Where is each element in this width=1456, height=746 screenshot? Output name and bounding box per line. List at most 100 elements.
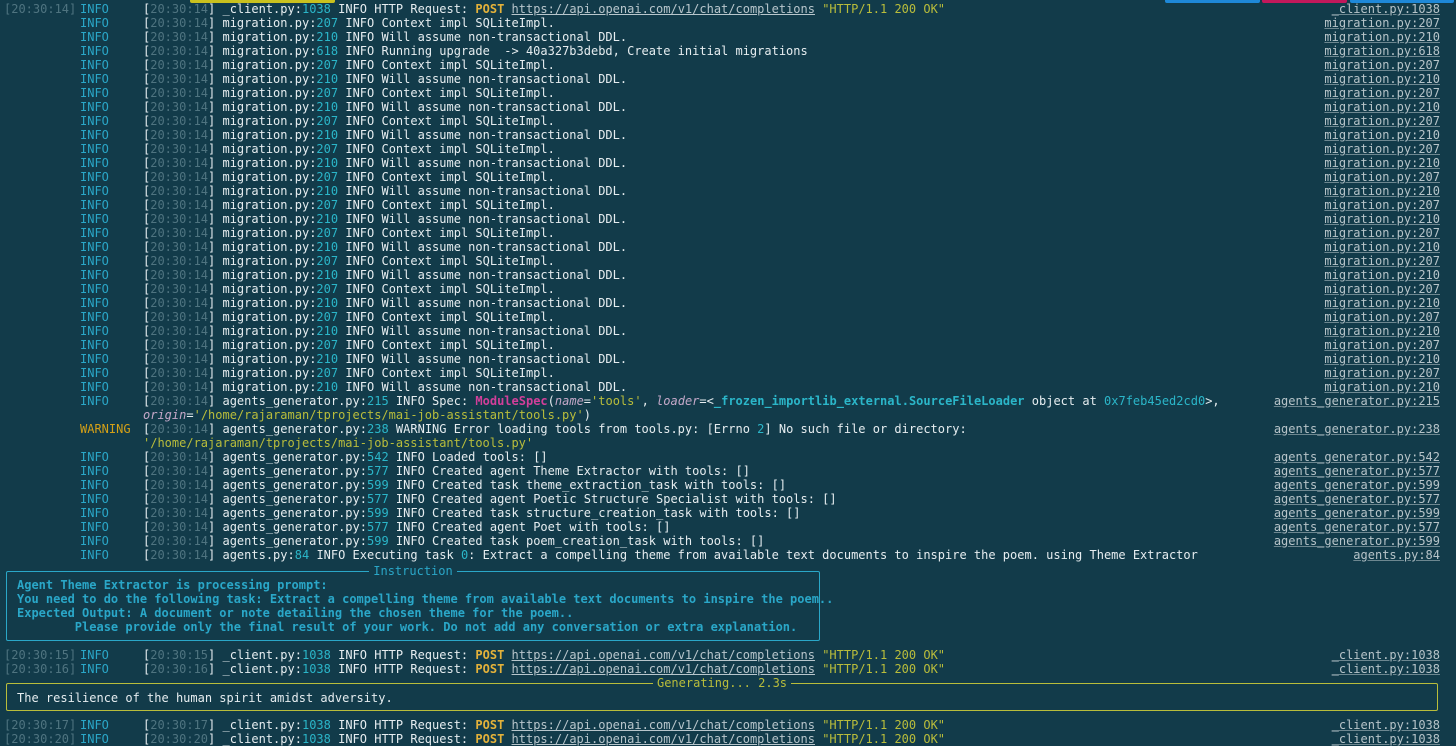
source-location-link[interactable]: migration.py:207 — [1324, 310, 1440, 324]
source-location-link[interactable]: migration.py:210 — [1324, 352, 1440, 366]
source-file: migration.py — [222, 268, 310, 282]
log-row: [20:30:15] INFO [20:30:15] _client.py:1038… — [0, 648, 1456, 662]
source-location-link[interactable]: migration.py:210 — [1324, 324, 1440, 338]
source-location-link[interactable]: migration.py:207 — [1324, 86, 1440, 100]
source-location-link[interactable]: migration.py:210 — [1324, 128, 1440, 142]
bracket: ] — [208, 548, 223, 562]
message-text: ModuleSpec — [475, 394, 548, 408]
bracket: ] — [208, 310, 223, 324]
source-location-link[interactable]: agents_generator.py:215 — [1274, 394, 1440, 408]
bracket: ] — [208, 464, 223, 478]
source-location-link[interactable]: agents_generator.py:577 — [1274, 464, 1440, 478]
request-url-link[interactable]: https://api.openai.com/v1/chat/completio… — [512, 2, 815, 16]
message-text: INFO Context impl SQLiteImpl. — [345, 310, 555, 324]
source-line-number: 210 — [316, 380, 339, 394]
source-file: _client.py — [222, 718, 295, 732]
log-message: [20:30:14] migration.py:210 INFO Will as… — [143, 100, 627, 114]
source-location-link[interactable]: migration.py:207 — [1324, 282, 1440, 296]
request-url-link[interactable]: https://api.openai.com/v1/chat/completio… — [512, 662, 815, 676]
source-location-link[interactable]: agents_generator.py:577 — [1274, 520, 1440, 534]
source-location-link[interactable]: agents_generator.py:238 — [1274, 422, 1440, 436]
request-url-link[interactable]: https://api.openai.com/v1/chat/completio… — [512, 732, 815, 746]
message-text: = — [186, 408, 194, 422]
message-time: 20:30:14 — [150, 352, 209, 366]
source-file: migration.py — [222, 198, 310, 212]
log-row: INFO [20:30:14] migration.py:207 INFO Con… — [0, 254, 1456, 268]
message-text: object at — [1024, 394, 1105, 408]
source-file: migration.py — [222, 114, 310, 128]
source-line-number: 210 — [316, 184, 339, 198]
message-time: 20:30:14 — [150, 506, 209, 520]
source-location-link[interactable]: migration.py:210 — [1324, 156, 1440, 170]
source-location-link[interactable]: _client.py:1038 — [1332, 648, 1440, 662]
source-line-number: 210 — [316, 240, 339, 254]
source-location-link[interactable]: migration.py:207 — [1324, 366, 1440, 380]
source-location-link[interactable]: migration.py:210 — [1324, 268, 1440, 282]
log-row: INFO [20:30:14] migration.py:618 INFO Run… — [0, 44, 1456, 58]
source-location-link[interactable]: _client.py:1038 — [1332, 662, 1440, 676]
source-line-number: 207 — [316, 16, 339, 30]
source-location-link[interactable]: migration.py:210 — [1324, 240, 1440, 254]
request-url-link[interactable]: https://api.openai.com/v1/chat/completio… — [512, 648, 815, 662]
message-text: INFO Will assume non-transactional DDL. — [345, 240, 628, 254]
source-file: migration.py — [222, 16, 310, 30]
source-location-link[interactable]: agents_generator.py:542 — [1274, 450, 1440, 464]
source-location-link[interactable]: agents_generator.py:577 — [1274, 492, 1440, 506]
message-text: ) — [583, 408, 591, 422]
source-location-link[interactable]: agents_generator.py:599 — [1274, 534, 1440, 548]
source-location-link[interactable]: migration.py:210 — [1324, 100, 1440, 114]
message-time: 20:30:16 — [150, 662, 209, 676]
log-message: [20:30:14] agents_generator.py:577 INFO … — [143, 464, 750, 478]
log-message: [20:30:20] _client.py:1038 INFO HTTP Req… — [143, 732, 945, 746]
log-row: INFO [20:30:14] migration.py:210 INFO Wil… — [0, 72, 1456, 86]
instruction-line: Please provide only the final result of … — [17, 620, 798, 634]
source-location-link[interactable]: migration.py:210 — [1324, 296, 1440, 310]
log-row: INFO [20:30:14] agents_generator.py:599 I… — [0, 478, 1456, 492]
source-location-link[interactable]: agents_generator.py:599 — [1274, 478, 1440, 492]
log-level: INFO — [80, 254, 109, 268]
source-line-number: 207 — [316, 366, 339, 380]
source-location-link[interactable]: migration.py:207 — [1324, 254, 1440, 268]
source-location-link[interactable]: migration.py:207 — [1324, 170, 1440, 184]
source-file: migration.py — [222, 86, 310, 100]
log-level: INFO — [80, 534, 109, 548]
source-location-link[interactable]: migration.py:210 — [1324, 184, 1440, 198]
log-level: INFO — [80, 86, 109, 100]
bracket: ] — [208, 16, 223, 30]
source-location-link[interactable]: migration.py:210 — [1324, 30, 1440, 44]
message-text: POST — [475, 2, 505, 16]
message-time: 20:30:14 — [150, 478, 209, 492]
source-location-link[interactable]: _client.py:1038 — [1332, 2, 1440, 16]
source-location-link[interactable]: migration.py:207 — [1324, 16, 1440, 30]
message-text: INFO Created task poem_creation_task wit… — [395, 534, 765, 548]
source-location-link[interactable]: migration.py:207 — [1324, 142, 1440, 156]
log-level: INFO — [80, 310, 109, 324]
message-time: 20:30:14 — [150, 16, 209, 30]
message-time: 20:30:14 — [150, 240, 209, 254]
log-row: INFO [20:30:14] migration.py:207 INFO Con… — [0, 366, 1456, 380]
source-location-link[interactable]: migration.py:207 — [1324, 58, 1440, 72]
message-text: 0x7feb45ed2cd0 — [1104, 394, 1206, 408]
message-text: INFO Will assume non-transactional DDL. — [345, 72, 628, 86]
message-time: 20:30:14 — [150, 492, 209, 506]
source-location-link[interactable]: migration.py:207 — [1324, 114, 1440, 128]
source-location-link[interactable]: _client.py:1038 — [1332, 718, 1440, 732]
source-location-link[interactable]: migration.py:210 — [1324, 380, 1440, 394]
source-location-link[interactable]: migration.py:207 — [1324, 198, 1440, 212]
source-location-link[interactable]: agents.py:84 — [1353, 548, 1440, 562]
source-location-link[interactable]: migration.py:618 — [1324, 44, 1440, 58]
source-location-link[interactable]: agents_generator.py:599 — [1274, 506, 1440, 520]
source-line-number: 542 — [367, 450, 389, 464]
source-location-link[interactable]: migration.py:210 — [1324, 212, 1440, 226]
source-file: agents_generator.py — [222, 464, 360, 478]
request-url-link[interactable]: https://api.openai.com/v1/chat/completio… — [512, 718, 815, 732]
source-location-link[interactable]: _client.py:1038 — [1332, 732, 1440, 746]
source-line-number: 207 — [316, 282, 339, 296]
source-location-link[interactable]: migration.py:207 — [1324, 226, 1440, 240]
source-file: migration.py — [222, 128, 310, 142]
bracket: ] — [208, 128, 223, 142]
message-text: INFO HTTP Request: — [338, 2, 476, 16]
source-location-link[interactable]: migration.py:210 — [1324, 72, 1440, 86]
log-message: [20:30:14] migration.py:210 INFO Will as… — [143, 240, 627, 254]
source-location-link[interactable]: migration.py:207 — [1324, 338, 1440, 352]
